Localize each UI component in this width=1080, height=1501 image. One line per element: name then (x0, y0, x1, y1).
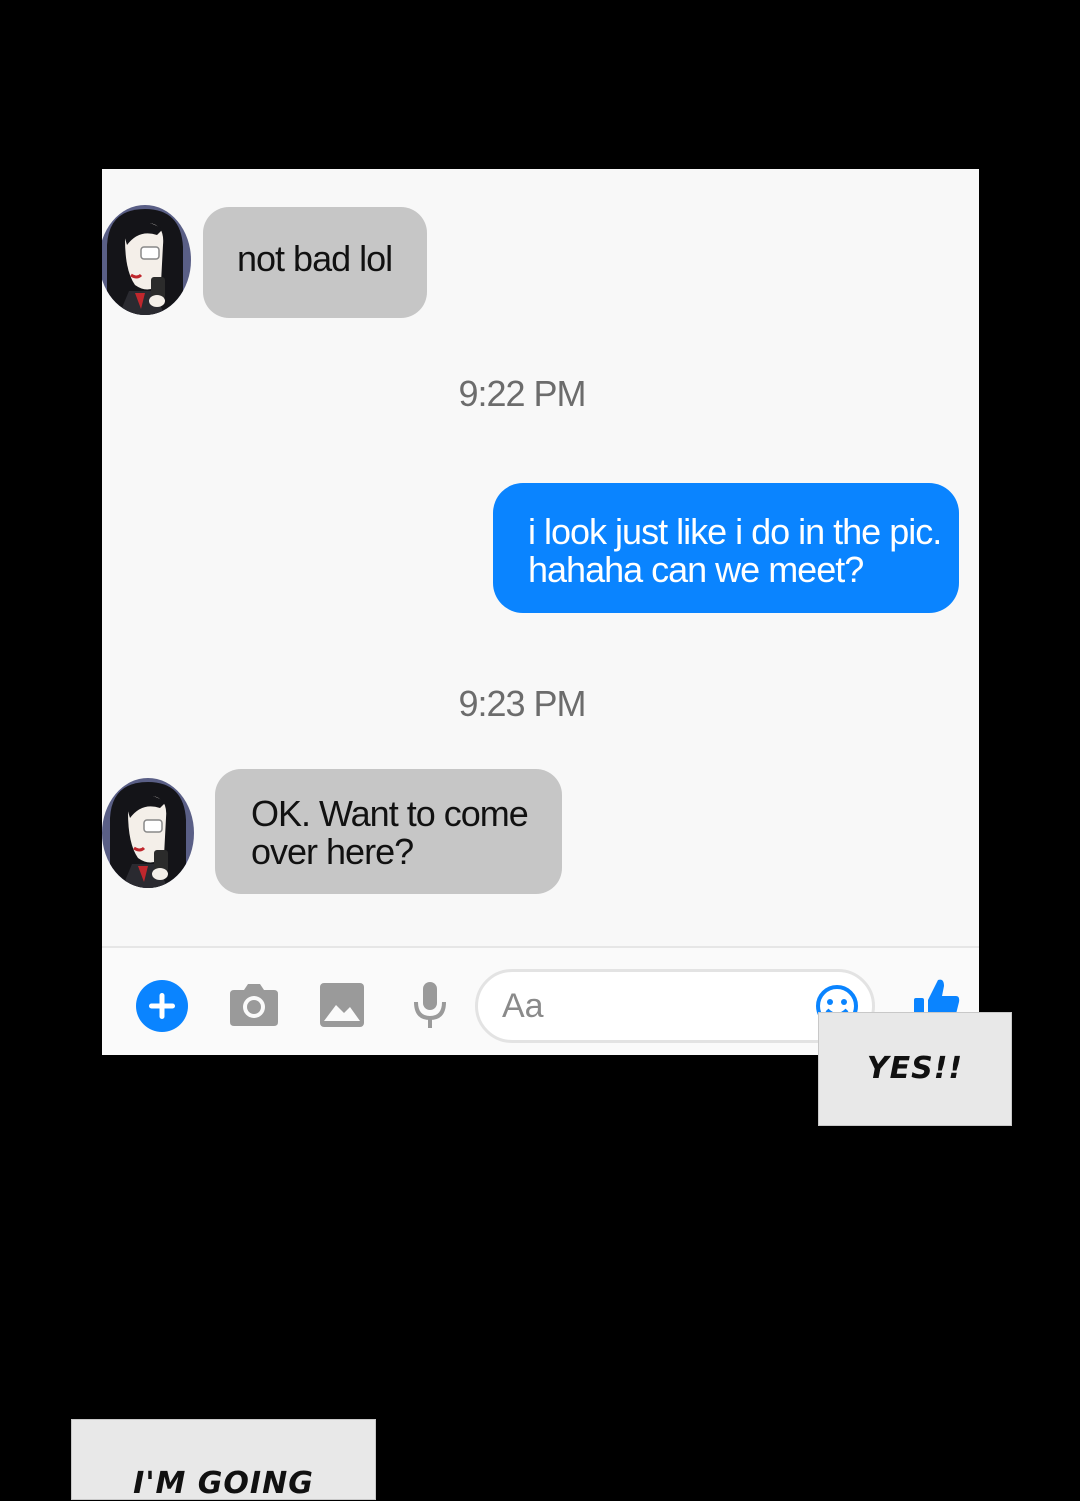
avatar-image (102, 778, 194, 888)
timestamp: 9:22 PM (458, 373, 586, 414)
message-bubble-outgoing[interactable]: i look just like i do in the pic. hahaha… (493, 483, 959, 613)
plus-icon[interactable] (135, 979, 189, 1033)
message-bubble-incoming[interactable]: OK. Want to come over here? (215, 769, 562, 894)
message-text-line: i look just like i do in the pic. (528, 511, 942, 552)
contact-avatar[interactable] (102, 778, 194, 888)
message-text: not bad lol (237, 238, 393, 279)
message-text-line: over here? (251, 831, 414, 872)
reply-caption-box: YES!! (818, 1012, 1012, 1126)
image-icon[interactable] (320, 983, 364, 1027)
contact-avatar[interactable] (102, 205, 191, 315)
camera-icon[interactable] (230, 984, 278, 1026)
narration-caption-box: I'M GOING (71, 1419, 376, 1501)
caption-text: YES!! (866, 1051, 964, 1086)
timestamp: 9:23 PM (458, 683, 586, 724)
message-text-line: hahaha can we meet? (528, 549, 864, 590)
microphone-icon[interactable] (413, 982, 447, 1030)
message-bubble-incoming[interactable]: not bad lol (203, 207, 427, 318)
caption-text: I'M GOING (133, 1466, 314, 1501)
message-text-line: OK. Want to come (251, 793, 529, 834)
chat-panel: not bad lol 9:22 PM i look just like i d… (102, 169, 979, 1055)
avatar-image (102, 205, 191, 315)
